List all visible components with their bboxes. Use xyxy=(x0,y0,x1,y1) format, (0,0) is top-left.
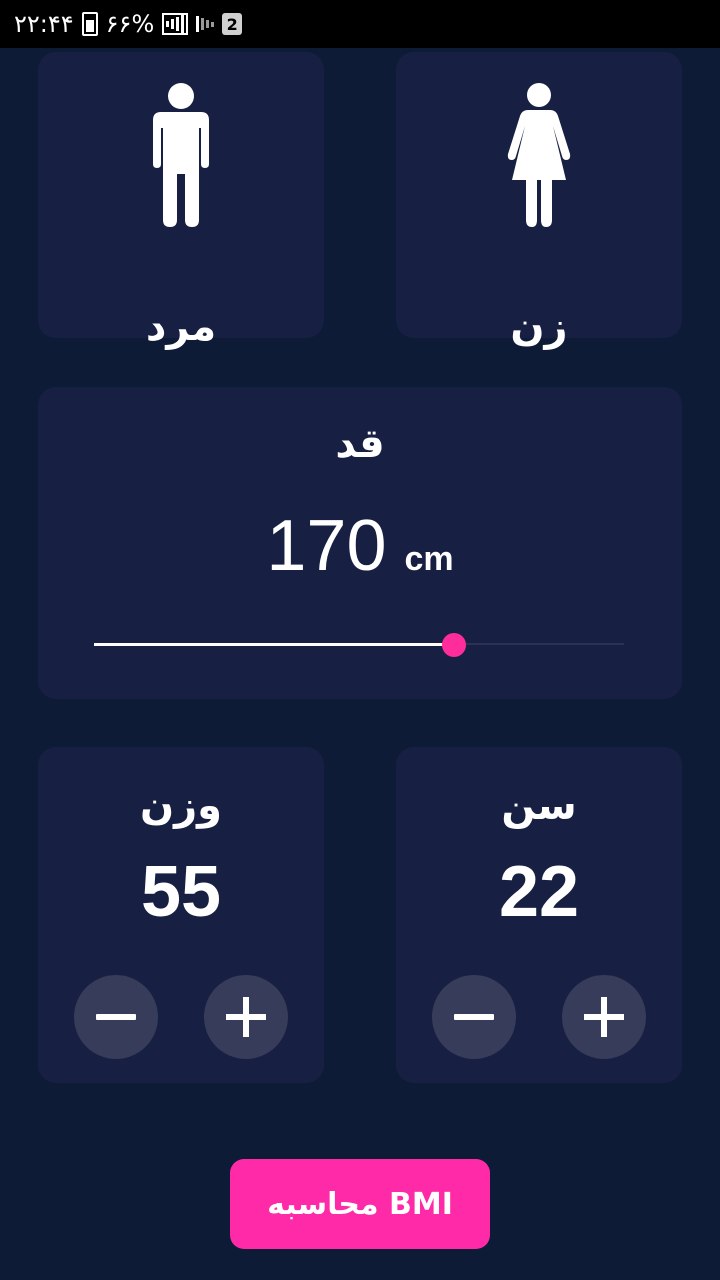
height-slider[interactable] xyxy=(94,633,624,657)
minus-icon xyxy=(96,1014,136,1020)
calculate-bmi-button[interactable]: محاسبه BMI xyxy=(230,1159,490,1249)
male-figure-icon xyxy=(153,83,209,227)
minus-icon xyxy=(454,1014,494,1020)
slider-fill xyxy=(94,643,455,646)
age-increment-button[interactable] xyxy=(562,975,646,1059)
plus-icon xyxy=(584,997,624,1037)
status-bar: ۲۲:۴۴ ۶۶% 2 xyxy=(0,0,720,48)
sim-icon: 2 xyxy=(222,13,243,35)
height-unit: cm xyxy=(404,540,454,578)
height-value: 170 xyxy=(266,506,387,586)
age-card: سن 22 xyxy=(396,747,682,1083)
battery-percent: ۶۶% xyxy=(105,10,155,38)
height-label: قد xyxy=(335,421,385,467)
signal-weak-icon xyxy=(196,13,215,35)
battery-icon xyxy=(81,12,98,36)
gender-card-female[interactable]: زن xyxy=(396,52,682,350)
weight-increment-button[interactable] xyxy=(204,975,288,1059)
age-value: 22 xyxy=(498,852,580,932)
plus-icon xyxy=(226,997,266,1037)
female-label: زن xyxy=(510,304,568,350)
weight-value: 55 xyxy=(140,852,222,932)
height-card: قد 170 cm xyxy=(38,387,682,699)
signal-icon xyxy=(162,13,189,35)
weight-decrement-button[interactable] xyxy=(74,975,158,1059)
gender-card-male[interactable]: مرد xyxy=(38,52,324,350)
female-figure-icon xyxy=(507,83,571,227)
male-label: مرد xyxy=(145,304,217,350)
slider-thumb[interactable] xyxy=(442,633,467,657)
clock: ۲۲:۴۴ xyxy=(14,10,74,38)
weight-card: وزن 55 xyxy=(38,747,324,1083)
age-decrement-button[interactable] xyxy=(432,975,516,1059)
age-label: سن xyxy=(501,783,577,829)
weight-label: وزن xyxy=(139,783,223,829)
height-readout: 170 cm xyxy=(38,505,682,587)
